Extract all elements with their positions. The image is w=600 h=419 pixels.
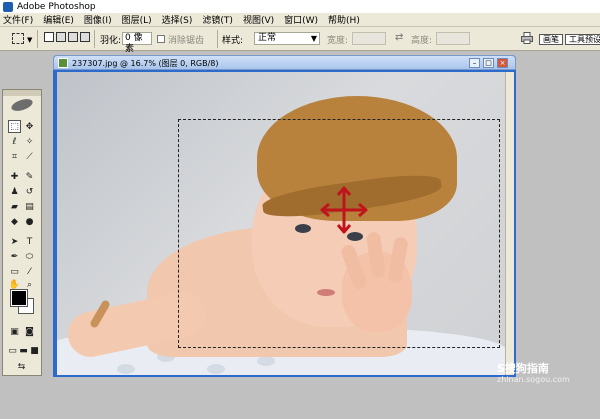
document-title-bar[interactable]: 237307.jpg @ 16.7% (图层 0, RGB/8) – □ × (53, 55, 516, 70)
menu-layer[interactable]: 图层(L) (122, 13, 152, 26)
toolbox-grip[interactable] (3, 90, 41, 96)
separator (94, 30, 95, 48)
antialias-label: 消除锯齿 (168, 36, 205, 46)
tab-tool-presets[interactable]: 工具预设 (565, 34, 600, 45)
menu-view[interactable]: 视图(V) (243, 13, 274, 26)
shape-tool-icon[interactable]: ⬭ (23, 250, 36, 263)
healing-brush-tool-icon[interactable]: ✚ (8, 170, 21, 183)
blanket-pattern (257, 356, 275, 366)
menu-image[interactable]: 图像(I) (84, 13, 112, 26)
app-title-bar: Adobe Photoshop (0, 0, 600, 13)
brush-tool-icon[interactable]: ✎ (23, 170, 36, 183)
feather-input[interactable]: 0 像素 (122, 32, 152, 54)
add-selection-icon[interactable] (56, 32, 66, 42)
photoshop-feather-icon[interactable] (9, 96, 35, 114)
separator (217, 30, 218, 48)
width-label: 宽度: (327, 36, 349, 46)
gradient-tool-icon[interactable]: ▤ (23, 200, 36, 213)
app-title: Adobe Photoshop (17, 1, 96, 12)
menu-help[interactable]: 帮助(H) (328, 13, 360, 26)
close-button[interactable]: × (497, 58, 508, 68)
rect-marquee-tool-icon[interactable]: ⬚ (8, 120, 21, 133)
watermark-url: zhinan.sogou.com (497, 375, 570, 384)
type-tool-icon[interactable]: T (23, 235, 36, 248)
vertical-scrollbar[interactable] (505, 72, 514, 375)
quick-mask-mode-icon[interactable]: ◙ (23, 325, 36, 338)
style-select-value: 正常 (258, 33, 277, 43)
path-selection-tool-icon[interactable]: ➤ (8, 235, 21, 248)
style-label: 样式: (222, 36, 244, 46)
foreground-color-swatch[interactable] (10, 289, 28, 307)
minimize-button[interactable]: – (469, 58, 480, 68)
menu-bar: 文件(F) 编辑(E) 图像(I) 图层(L) 选择(S) 滤镜(T) 视图(V… (0, 13, 600, 27)
image-canvas[interactable] (57, 72, 505, 375)
preset-dropdown-icon[interactable]: ▼ (27, 36, 32, 44)
blanket-pattern (207, 364, 225, 374)
blanket-pattern (117, 364, 135, 374)
eyedropper-tool-icon[interactable]: ⁄ (23, 265, 36, 278)
new-selection-icon[interactable] (44, 32, 54, 42)
menu-file[interactable]: 文件(F) (3, 13, 33, 26)
eraser-tool-icon[interactable]: ▰ (8, 200, 21, 213)
watermark: S搜狗指南 zhinan.sogou.com (497, 360, 570, 384)
swap-dimensions-icon[interactable]: ⇄ (395, 32, 403, 43)
move-tool-icon[interactable]: ✥ (23, 120, 36, 133)
move-cursor-icon (320, 186, 368, 234)
intersect-selection-icon[interactable] (80, 32, 90, 42)
maximize-button[interactable]: □ (483, 58, 494, 68)
watermark-main: S搜狗指南 (497, 362, 549, 375)
feather-label: 羽化: (100, 36, 122, 46)
toolbox: ⬚ ✥ ℓ ✧ ⌗ ⟋ ✚ ✎ ♟ ↺ ▰ ▤ ◆ ● ➤ T ✒ ⬭ ▭ ⁄ … (2, 89, 42, 376)
height-input[interactable] (436, 32, 470, 45)
style-select[interactable]: 正常 ▼ (254, 32, 320, 45)
standard-mode-icon[interactable]: ▣ (8, 325, 21, 338)
tab-brushes[interactable]: 画笔 (539, 34, 563, 45)
menu-edit[interactable]: 编辑(E) (43, 13, 74, 26)
menu-filter[interactable]: 滤镜(T) (202, 13, 233, 26)
width-input[interactable] (352, 32, 386, 45)
blur-tool-icon[interactable]: ◆ (8, 215, 21, 228)
subtract-selection-icon[interactable] (68, 32, 78, 42)
chevron-down-icon: ▼ (310, 34, 317, 43)
screen-mode-full-icon[interactable]: ■ (28, 344, 41, 357)
lasso-tool-icon[interactable]: ℓ (8, 135, 21, 148)
palette-well: 画笔 工具预设 (539, 34, 600, 45)
jump-to-imageready-icon[interactable]: ⇆ (15, 360, 28, 373)
menu-select[interactable]: 选择(S) (162, 13, 193, 26)
menu-window[interactable]: 窗口(W) (284, 13, 318, 26)
document-image-icon (58, 58, 68, 68)
rect-marquee-preset-icon[interactable] (12, 33, 24, 44)
photoshop-logo-icon (3, 1, 13, 12)
history-brush-tool-icon[interactable]: ↺ (23, 185, 36, 198)
antialias-checkbox[interactable] (157, 35, 165, 43)
height-label: 高度: (411, 36, 433, 46)
document-window: 237307.jpg @ 16.7% (图层 0, RGB/8) – □ × (53, 55, 516, 377)
slice-tool-icon[interactable]: ⟋ (23, 150, 36, 163)
magic-wand-tool-icon[interactable]: ✧ (23, 135, 36, 148)
document-title: 237307.jpg @ 16.7% (图层 0, RGB/8) (72, 59, 219, 68)
dodge-tool-icon[interactable]: ● (23, 215, 36, 228)
options-bar: ▼ 羽化: 0 像素 消除锯齿 样式: 正常 ▼ 宽度: ⇄ 高度: (0, 27, 600, 54)
crop-tool-icon[interactable]: ⌗ (8, 150, 21, 163)
printer-icon[interactable] (521, 32, 533, 44)
pen-tool-icon[interactable]: ✒ (8, 250, 21, 263)
clone-stamp-tool-icon[interactable]: ♟ (8, 185, 21, 198)
notes-tool-icon[interactable]: ▭ (8, 265, 21, 278)
separator (37, 30, 38, 48)
